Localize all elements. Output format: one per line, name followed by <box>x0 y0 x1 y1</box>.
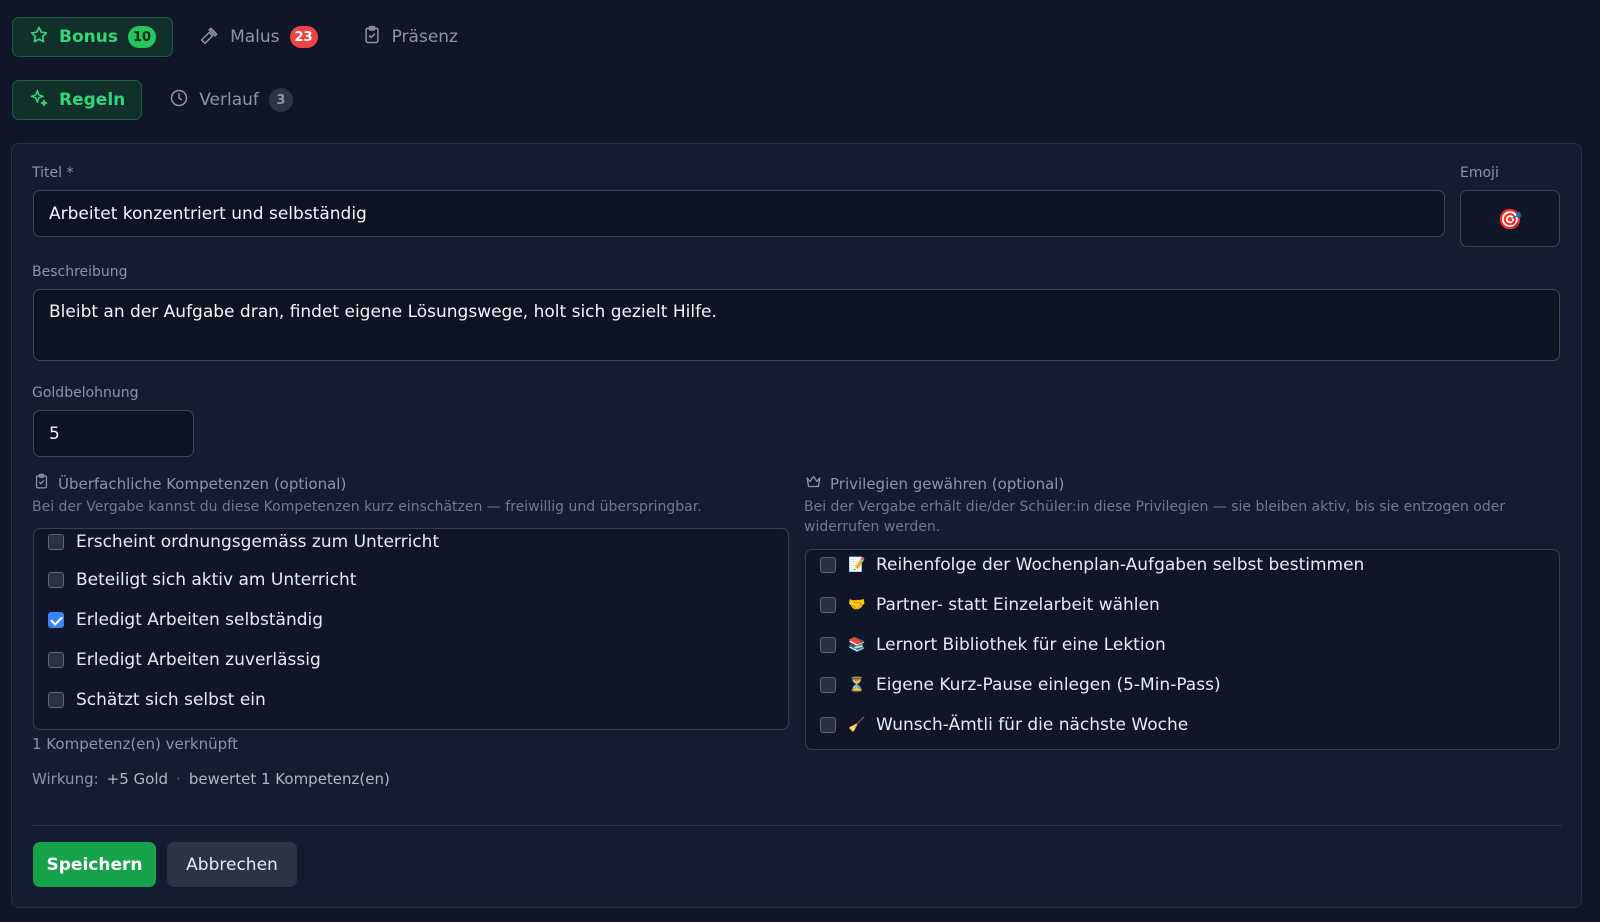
privileges-heading: Privilegien gewähren (optional) <box>805 473 1064 494</box>
competency-label: Schätzt sich selbst ein <box>76 690 266 710</box>
competency-item[interactable]: Schätzt sich selbst ein <box>48 690 266 710</box>
privilege-label: Lernort Bibliothek für eine Lektion <box>876 635 1166 655</box>
privilege-item[interactable]: 🤝 Partner- statt Einzelarbeit wählen <box>820 595 1160 615</box>
effect-summary: Wirkung: +5 Gold · bewertet 1 Kompetenz(… <box>32 770 390 788</box>
bonus-count-badge: 10 <box>127 26 157 48</box>
privileges-list: 📝 Reihenfolge der Wochenplan-Aufgaben se… <box>805 549 1560 750</box>
competency-item[interactable]: Beteiligt sich aktiv am Unterricht <box>48 570 356 590</box>
emoji-picker[interactable]: 🎯 <box>1460 190 1560 247</box>
effect-separator: · <box>176 770 181 788</box>
competencies-heading: Überfachliche Kompetenzen (optional) <box>33 473 346 494</box>
tab-regeln-label: Regeln <box>59 90 126 110</box>
competency-label: Beteiligt sich aktiv am Unterricht <box>76 570 357 590</box>
clipboard-check-icon <box>362 25 382 50</box>
competency-label: Erledigt Arbeiten zuverlässig <box>76 650 321 670</box>
competency-item[interactable]: Erledigt Arbeiten zuverlässig <box>48 650 321 670</box>
checkbox[interactable] <box>48 572 64 588</box>
description-textarea[interactable]: Bleibt an der Aufgabe dran, findet eigen… <box>33 289 1560 361</box>
tab-bonus[interactable]: Bonus 10 <box>12 17 174 57</box>
handshake-icon: 🤝 <box>848 597 866 613</box>
sub-tabs: Regeln Verlauf 3 <box>12 80 310 120</box>
hourglass-icon: ⏳ <box>848 677 866 693</box>
effect-rated: bewertet 1 Kompetenz(en) <box>188 770 390 788</box>
competencies-list: Erscheint ordnungsgemäss zum Unterricht … <box>33 528 789 730</box>
checkbox[interactable] <box>48 692 64 708</box>
tab-verlauf-label: Verlauf <box>199 90 259 110</box>
checkbox[interactable] <box>820 677 836 693</box>
effect-label: Wirkung: <box>32 770 99 788</box>
privilege-item[interactable]: 🧹 Wunsch-Ämtli für die nächste Woche <box>820 715 1188 735</box>
sparkles-icon <box>29 88 49 113</box>
competencies-heading-text: Überfachliche Kompetenzen (optional) <box>58 474 347 493</box>
gold-label: Goldbelohnung <box>32 385 139 401</box>
tab-regeln[interactable]: Regeln <box>12 80 143 120</box>
competency-item[interactable]: Erledigt Arbeiten selbständig <box>48 610 323 630</box>
title-input[interactable]: Arbeitet konzentriert und selbständig <box>33 190 1445 237</box>
tab-bonus-label: Bonus <box>59 27 118 47</box>
privilege-label: Eigene Kurz-Pause einlegen (5-Min-Pass) <box>876 675 1221 695</box>
competency-label: Erledigt Arbeiten selbständig <box>76 610 324 630</box>
tab-praesenz[interactable]: Präsenz <box>345 17 475 57</box>
checkbox[interactable] <box>48 534 64 550</box>
divider <box>32 825 1562 826</box>
clock-icon <box>169 88 189 113</box>
malus-count-badge: 23 <box>289 26 318 48</box>
checkbox-checked[interactable] <box>48 612 64 628</box>
privilege-label: Wunsch-Ämtli für die nächste Woche <box>876 715 1189 735</box>
privileges-heading-text: Privilegien gewähren (optional) <box>830 474 1065 493</box>
star-icon <box>29 25 49 50</box>
cancel-button[interactable]: Abbrechen <box>167 842 297 887</box>
checkbox[interactable] <box>820 557 836 573</box>
emoji-label: Emoji <box>1460 165 1499 181</box>
broom-icon: 🧹 <box>848 717 866 733</box>
main-tabs: Bonus 10 Malus 23 Präsenz <box>12 17 475 57</box>
checkbox[interactable] <box>820 717 836 733</box>
privilege-label: Reihenfolge der Wochenplan-Aufgaben selb… <box>876 555 1365 575</box>
gold-input[interactable]: 5 <box>33 410 194 457</box>
competency-label: Erscheint ordnungsgemäss zum Unterricht <box>76 532 440 552</box>
memo-icon: 📝 <box>848 557 866 573</box>
dart-icon: 🎯 <box>1497 206 1523 231</box>
effect-gold: +5 Gold <box>106 770 169 788</box>
tab-malus[interactable]: Malus 23 <box>183 17 335 57</box>
tab-verlauf[interactable]: Verlauf 3 <box>152 80 310 120</box>
checkbox[interactable] <box>48 652 64 668</box>
description-label: Beschreibung <box>32 264 128 280</box>
privilege-label: Partner- statt Einzelarbeit wählen <box>876 595 1160 615</box>
checkbox[interactable] <box>820 637 836 653</box>
privilege-item[interactable]: 📚 Lernort Bibliothek für eine Lektion <box>820 635 1166 655</box>
crown-icon <box>805 473 822 494</box>
title-label: Titel * <box>32 165 74 181</box>
tab-malus-label: Malus <box>230 27 280 47</box>
clipboard-icon <box>33 473 50 494</box>
verlauf-count-badge: 3 <box>268 88 293 112</box>
competencies-description: Bei der Vergabe kannst du diese Kompeten… <box>32 499 702 515</box>
tab-praesenz-label: Präsenz <box>391 27 458 47</box>
books-icon: 📚 <box>848 637 866 653</box>
privileges-description: Bei der Vergabe erhält die/der Schüler:i… <box>804 499 1506 535</box>
privilege-item[interactable]: ⏳ Eigene Kurz-Pause einlegen (5-Min-Pass… <box>820 675 1221 695</box>
linked-count: 1 Kompetenz(en) verknüpft <box>32 735 239 753</box>
hammer-icon <box>200 25 220 50</box>
save-button[interactable]: Speichern <box>33 842 156 887</box>
checkbox[interactable] <box>820 597 836 613</box>
competency-item[interactable]: Erscheint ordnungsgemäss zum Unterricht <box>48 532 439 552</box>
privilege-item[interactable]: 📝 Reihenfolge der Wochenplan-Aufgaben se… <box>820 555 1364 575</box>
